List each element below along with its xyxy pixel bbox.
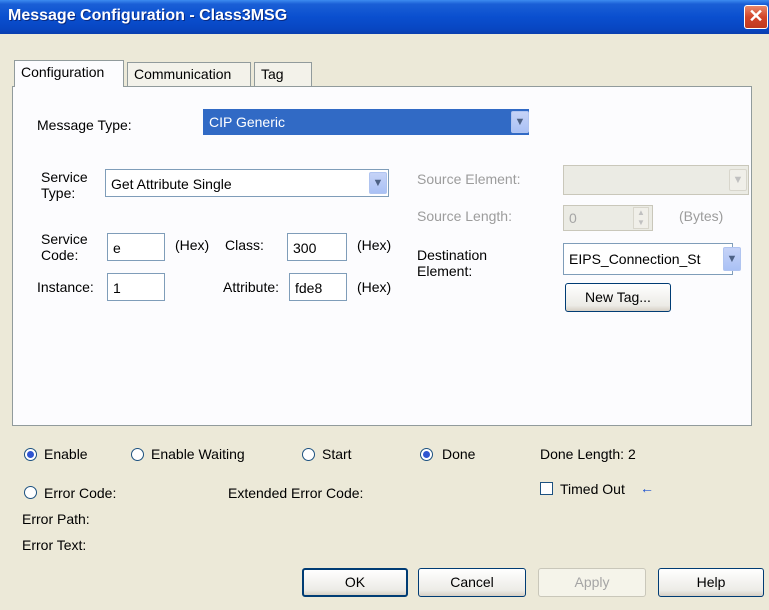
attribute-label: Attribute: xyxy=(223,279,280,295)
attribute-hex-label: (Hex) xyxy=(357,279,392,295)
tab-tag-label: Tag xyxy=(261,66,284,82)
close-button[interactable]: ✕ xyxy=(744,5,768,29)
error-path-label: Error Path: xyxy=(22,511,90,527)
instance-input[interactable]: 1 xyxy=(107,273,165,301)
destination-element-value: EIPS_Connection_St xyxy=(569,251,701,267)
spin-up-icon: ▲ xyxy=(637,208,645,217)
chevron-down-icon: ▼ xyxy=(514,116,526,128)
destination-element-select[interactable]: EIPS_Connection_St xyxy=(563,243,733,275)
source-length-value: 0 xyxy=(569,210,577,226)
source-element-dropdown-button[interactable]: ▼ xyxy=(729,169,747,191)
service-code-hex-label: (Hex) xyxy=(175,237,210,253)
source-element-label: Source Element: xyxy=(417,171,521,187)
cancel-button-label: Cancel xyxy=(450,574,494,590)
timed-out-label: Timed Out xyxy=(560,481,625,497)
bytes-label: (Bytes) xyxy=(679,208,724,224)
service-code-input[interactable]: e xyxy=(107,233,165,261)
new-tag-button-label: New Tag... xyxy=(585,289,651,305)
chevron-down-icon: ▼ xyxy=(372,177,384,189)
timed-out-checkbox[interactable] xyxy=(540,482,553,495)
done-length: Done Length: 2 xyxy=(540,446,636,462)
extended-error-code-label: Extended Error Code: xyxy=(228,485,364,501)
service-code-label: Service Code: xyxy=(41,231,88,263)
configuration-panel: Message Type: CIP Generic ▼ Service Type… xyxy=(12,86,752,426)
arrow-left-icon: ← xyxy=(640,480,654,496)
cancel-button[interactable]: Cancel xyxy=(418,568,526,597)
attribute-value: fde8 xyxy=(295,280,323,296)
instance-value: 1 xyxy=(113,280,121,296)
message-type-label: Message Type: xyxy=(37,117,132,133)
apply-button[interactable]: Apply xyxy=(538,568,646,597)
new-tag-button[interactable]: New Tag... xyxy=(565,283,671,312)
enable-waiting-radio xyxy=(131,448,144,461)
tab-configuration-label: Configuration xyxy=(21,64,105,80)
message-type-select[interactable]: CIP Generic xyxy=(203,109,529,135)
attribute-input[interactable]: fde8 xyxy=(289,273,347,301)
class-input[interactable]: 300 xyxy=(287,233,347,261)
tab-communication-label: Communication xyxy=(134,66,232,82)
chevron-down-icon: ▼ xyxy=(732,174,744,186)
destination-element-label: Destination Element: xyxy=(417,247,488,279)
source-element-select[interactable] xyxy=(563,165,749,195)
service-code-value: e xyxy=(113,240,121,256)
window-title: Message Configuration - Class3MSG xyxy=(8,7,288,24)
service-type-label: Service Type: xyxy=(41,169,88,201)
class-value: 300 xyxy=(293,240,317,256)
tab-communication[interactable]: Communication xyxy=(127,62,251,86)
enable-radio xyxy=(24,448,37,461)
class-hex-label: (Hex) xyxy=(357,237,392,253)
enable-label: Enable xyxy=(44,446,88,462)
service-type-select[interactable]: Get Attribute Single xyxy=(105,169,389,197)
chevron-down-icon: ▼ xyxy=(726,253,738,265)
done-radio xyxy=(420,448,433,461)
done-label: Done xyxy=(442,446,476,462)
message-type-dropdown-button[interactable]: ▼ xyxy=(511,111,529,133)
start-radio xyxy=(302,448,315,461)
help-button[interactable]: Help xyxy=(658,568,764,597)
title-bar: Message Configuration - Class3MSG ✕ xyxy=(0,0,769,34)
help-button-label: Help xyxy=(696,574,726,590)
tab-configuration[interactable]: Configuration xyxy=(14,60,124,87)
error-code-label: Error Code: xyxy=(44,485,117,501)
class-label: Class: xyxy=(225,237,264,253)
destination-element-dropdown-button[interactable]: ▼ xyxy=(723,247,741,271)
source-length-spinner[interactable]: ▲ ▼ xyxy=(633,207,649,229)
error-text-label: Error Text: xyxy=(22,537,87,553)
message-type-value: CIP Generic xyxy=(209,114,285,130)
tab-tag[interactable]: Tag xyxy=(254,62,312,86)
enable-waiting-label: Enable Waiting xyxy=(151,446,245,462)
instance-label: Instance: xyxy=(37,279,94,295)
error-code-radio xyxy=(24,486,37,499)
start-label: Start xyxy=(322,446,352,462)
ok-button-label: OK xyxy=(344,574,366,590)
spin-down-icon: ▼ xyxy=(637,218,645,227)
source-length-label: Source Length: xyxy=(417,208,512,224)
service-type-dropdown-button[interactable]: ▼ xyxy=(369,172,387,194)
ok-button[interactable]: OK xyxy=(302,568,408,597)
close-icon: ✕ xyxy=(748,6,764,26)
apply-button-label: Apply xyxy=(574,574,610,590)
service-type-value: Get Attribute Single xyxy=(111,176,232,192)
